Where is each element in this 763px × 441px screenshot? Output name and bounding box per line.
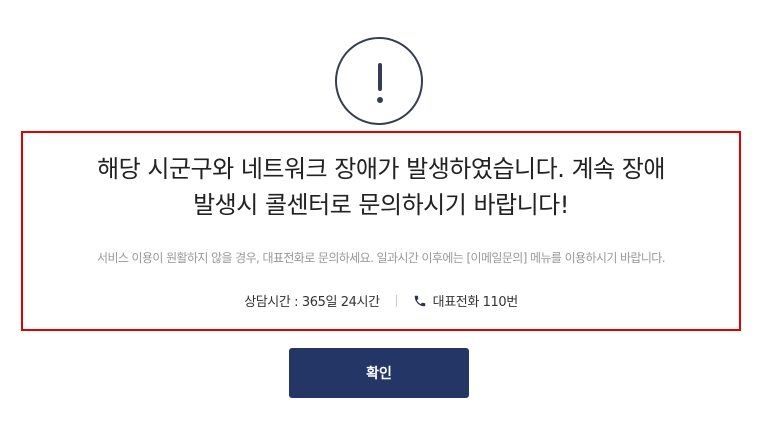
exclamation-dot [377, 97, 383, 103]
phone-icon [414, 295, 425, 306]
notice-box: 해당 시군구와 네트워크 장애가 발생하였습니다. 계속 장애 발생시 콜센터로… [21, 131, 741, 331]
error-title: 해당 시군구와 네트워크 장애가 발생하였습니다. 계속 장애 발생시 콜센터로… [23, 151, 739, 223]
consultation-hours: 상담시간 : 365일 24시간 [244, 295, 380, 310]
representative-phone: 대표전화 110번 [432, 295, 519, 310]
exclamation-bar [378, 63, 382, 91]
exclamation-circle-icon [335, 37, 423, 125]
error-notice-page: 해당 시군구와 네트워크 장애가 발생하였습니다. 계속 장애 발생시 콜센터로… [0, 0, 763, 441]
contact-divider [395, 294, 397, 307]
contact-info: 상담시간 : 365일 24시간 대표전화 110번 [23, 291, 739, 310]
guide-text: 서비스 이용이 원활하지 않을 경우, 대표전화로 문의하세요. 일과시간 이후… [97, 251, 666, 265]
error-title-line-2: 발생시 콜센터로 문의하시기 바랍니다! [193, 191, 569, 219]
error-title-line-1: 해당 시군구와 네트워크 장애가 발생하였습니다. 계속 장애 [97, 155, 665, 183]
confirm-button[interactable]: 확인 [289, 348, 469, 398]
